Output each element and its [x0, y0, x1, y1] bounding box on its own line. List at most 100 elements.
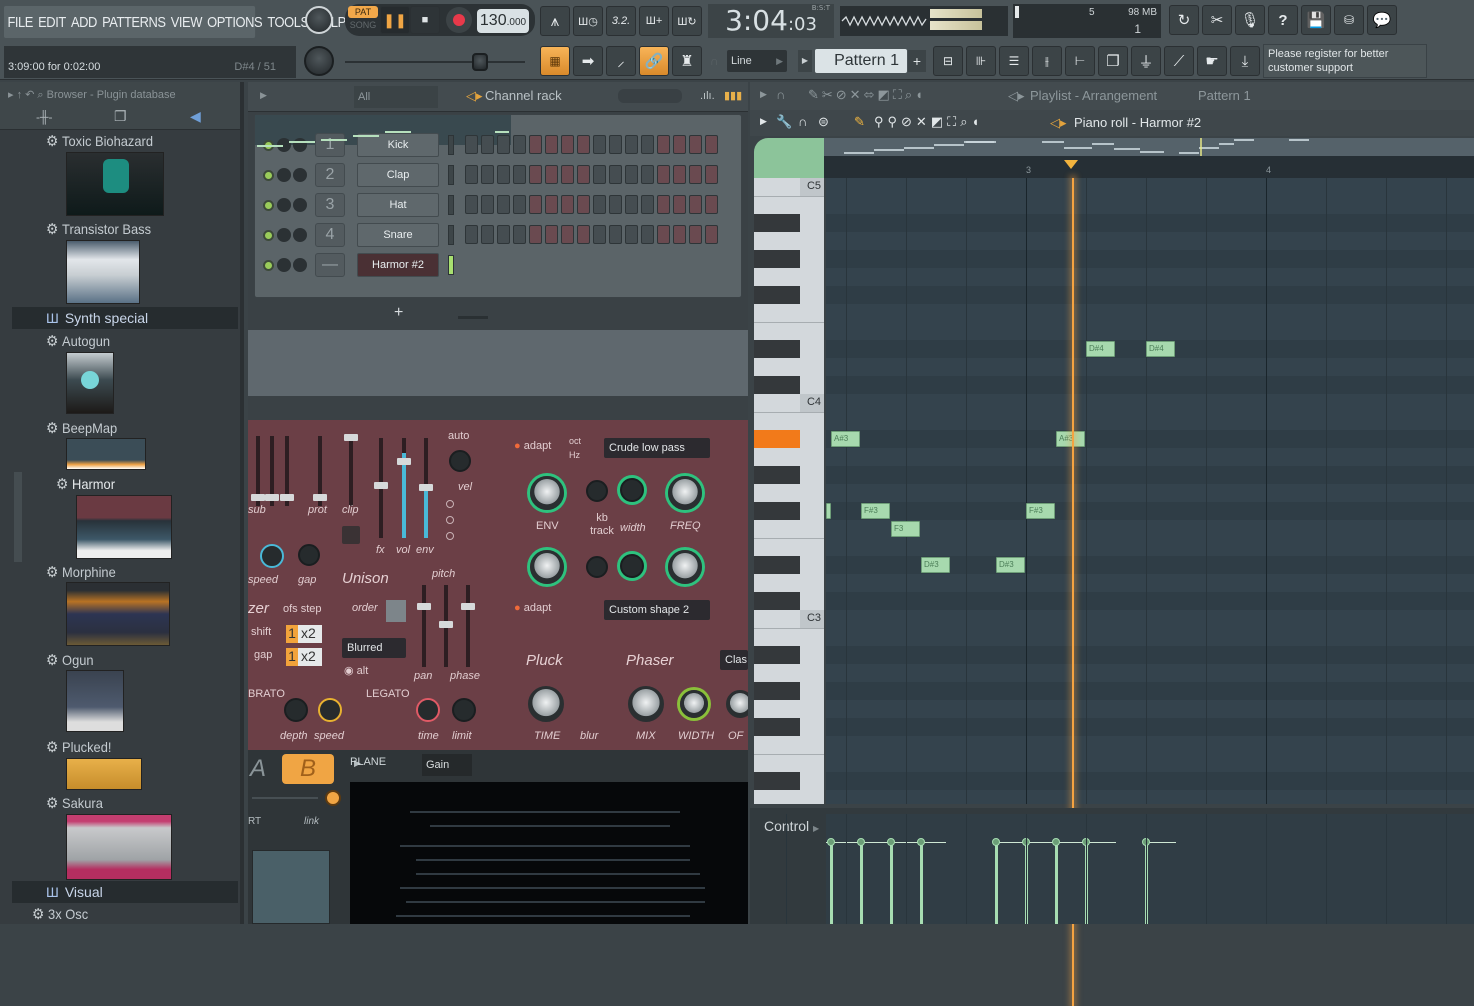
collapse-arrow-icon[interactable]: ▶ [760, 89, 767, 100]
pattern-prev-button[interactable]: ▶ [798, 50, 812, 72]
velocity-handle[interactable] [917, 838, 925, 846]
loop-record-button[interactable]: Ш↻ [672, 6, 702, 36]
magnet-icon[interactable]: ∩ [776, 87, 785, 102]
note-grid[interactable]: A#3 F#3 F3 D#3 D#3 F#3 A#3 D#4 D#4 [826, 178, 1474, 804]
black-key[interactable] [754, 502, 800, 520]
channel-name-button[interactable]: Clap [357, 163, 439, 187]
velocity-bar[interactable] [920, 842, 923, 924]
step-button[interactable] [513, 225, 526, 244]
song-mode[interactable]: SONG [348, 18, 378, 32]
step-button[interactable] [529, 195, 542, 214]
step-button[interactable] [545, 225, 558, 244]
shift-stepper[interactable]: 1 x2 [286, 625, 322, 643]
black-key[interactable] [754, 646, 800, 664]
browser-item[interactable]: ⚙ Morphine [46, 563, 116, 581]
step-button[interactable] [529, 165, 542, 184]
unison-order-button[interactable] [386, 600, 406, 622]
gap-knob[interactable] [298, 544, 320, 566]
step-button[interactable] [465, 195, 478, 214]
rack-scrollbar[interactable] [458, 316, 488, 319]
step-button[interactable] [593, 225, 606, 244]
menu-file[interactable]: FILE [7, 14, 33, 31]
step-button[interactable] [625, 225, 638, 244]
plane-dropdown[interactable]: Gain [422, 754, 472, 776]
step-button[interactable] [577, 195, 590, 214]
gap-stepper[interactable]: 1 x2 [286, 648, 322, 666]
filter1-env-knob[interactable] [530, 476, 564, 510]
menu-add[interactable]: ADD [71, 14, 97, 31]
step-button[interactable] [673, 165, 686, 184]
black-key[interactable] [754, 772, 800, 790]
step-button[interactable] [481, 225, 494, 244]
channel-pan-knob[interactable] [277, 258, 291, 272]
velocity-handle[interactable] [887, 838, 895, 846]
velocity-bar[interactable] [890, 842, 893, 924]
pluck-time-knob[interactable] [528, 686, 564, 722]
step-button[interactable] [561, 225, 574, 244]
step-button[interactable] [657, 225, 670, 244]
clip-slider[interactable] [344, 434, 358, 506]
step-button[interactable] [481, 135, 494, 154]
browser-item-selected[interactable]: ⚙ Harmor [56, 475, 115, 493]
step-button[interactable] [465, 225, 478, 244]
step-sequencer-icon[interactable]: ▮▮▮ [724, 89, 742, 102]
browser-category[interactable]: Ш Synth special [12, 307, 238, 329]
slide-button[interactable]: ⸝ [606, 46, 636, 76]
pencil-tool-icon[interactable]: ✎ [854, 114, 865, 130]
phaser-mix-knob[interactable] [628, 686, 664, 722]
step-button[interactable] [497, 135, 510, 154]
blend-notes-button[interactable]: Ш+ [639, 6, 669, 36]
note[interactable]: A#3 [1056, 431, 1085, 447]
snap-selector[interactable]: Line ▶ [727, 50, 787, 72]
env-slider[interactable] [419, 438, 433, 538]
timeline-ruler[interactable]: 3 4 [824, 156, 1474, 178]
channel-select-indicator[interactable] [448, 225, 454, 245]
step-button[interactable] [529, 225, 542, 244]
step-button[interactable] [705, 165, 718, 184]
note[interactable]: D#3 [921, 557, 950, 573]
black-key[interactable] [754, 214, 800, 232]
piano-keyboard[interactable]: C5 C4 C3 [754, 178, 824, 804]
channel-pan-knob[interactable] [277, 228, 291, 242]
auto-knob[interactable] [449, 450, 471, 472]
filter1-type-dropdown[interactable]: Crude low pass [604, 438, 710, 458]
download-button[interactable]: ⤓ [1230, 46, 1260, 76]
pat-song-toggle[interactable]: PAT SONG [348, 6, 378, 32]
step-button[interactable] [545, 165, 558, 184]
nav-icons[interactable]: ▸ ↑ ↶ ⌕ [8, 89, 47, 101]
master-pitch-knob[interactable] [304, 46, 334, 76]
channel-pan-knob[interactable] [277, 198, 291, 212]
mixer-button[interactable]: ⫲ [1032, 46, 1062, 76]
step-button[interactable] [529, 135, 542, 154]
step-button[interactable] [657, 135, 670, 154]
files-icon[interactable]: ❐ [114, 108, 127, 125]
filter1-kbtrack-knob[interactable] [586, 480, 608, 502]
step-button[interactable] [609, 165, 622, 184]
menu-view[interactable]: VIEW [171, 14, 203, 31]
step-button[interactable] [481, 195, 494, 214]
stop-button[interactable]: ■ [410, 6, 440, 34]
note[interactable]: F#3 [861, 503, 890, 519]
piano-roll-tools[interactable]: ⚲⚲⊘✕◩⛶⌕◖ [874, 114, 983, 130]
browser-item[interactable]: ⚙ Plucked! [46, 738, 111, 756]
step-button[interactable] [561, 135, 574, 154]
record-audio-button[interactable]: 🎙 [1235, 5, 1265, 35]
phaser-offset-knob[interactable] [726, 690, 748, 718]
note[interactable]: D#4 [1086, 341, 1115, 357]
harmonic-slider[interactable] [265, 436, 279, 506]
velocity-bar[interactable] [860, 842, 863, 924]
phaser-type-dropdown[interactable]: Clas [720, 650, 748, 670]
pat-mode[interactable]: PAT [348, 6, 378, 18]
link-button[interactable]: 🔗 [639, 46, 669, 76]
black-key[interactable] [754, 718, 800, 736]
step-button[interactable] [625, 195, 638, 214]
black-key[interactable] [754, 250, 800, 268]
step-button[interactable] [545, 195, 558, 214]
legato-time-knob[interactable] [416, 698, 440, 722]
alt-radio[interactable]: ◉ alt [344, 664, 368, 677]
countdown-button[interactable]: 3.2. [606, 6, 636, 36]
metronome-button[interactable]: ⩚ [540, 6, 570, 36]
browser-item[interactable]: ⚙ BeepMap [46, 419, 117, 437]
legato-limit-knob[interactable] [452, 698, 476, 722]
browser-item[interactable]: ⚙ Transistor Bass [46, 220, 151, 238]
